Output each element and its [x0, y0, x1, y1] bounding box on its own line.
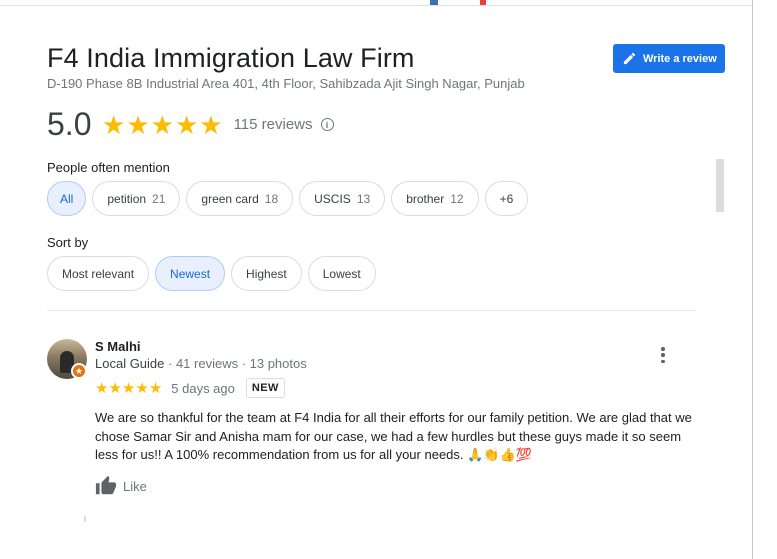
business-title: F4 India Immigration Law Firm	[47, 43, 415, 73]
info-icon[interactable]: i	[320, 118, 334, 131]
top-strip	[0, 0, 777, 8]
local-guide-badge-icon: ★	[71, 363, 87, 379]
review-text: We are so thankful for the team at F4 In…	[95, 410, 692, 462]
mention-chip-label: All	[60, 191, 74, 206]
write-review-label: Write a review	[643, 52, 717, 65]
reviewer-badge: Local Guide	[95, 356, 165, 371]
star-icon: ★	[199, 109, 223, 140]
star-icon: ★	[108, 379, 122, 397]
frame-border-right	[752, 0, 753, 559]
mention-chip-count: 13	[356, 191, 371, 206]
reviewer-meta: Local Guide · 41 reviews · 13 photos	[95, 356, 307, 371]
mention-chip[interactable]: brother 12	[391, 181, 479, 216]
star-icon: ★	[95, 379, 109, 397]
star-icon: ★	[126, 109, 150, 140]
reviewer-name[interactable]: S Malhi	[95, 339, 141, 354]
review-date: 5 days ago	[171, 380, 235, 396]
star-icon: ★	[121, 379, 136, 397]
star-icon: ★	[150, 109, 174, 140]
mention-chip[interactable]: +6	[484, 181, 529, 216]
review-count[interactable]: 115 reviews	[234, 116, 313, 133]
mention-chip-label: +6	[499, 191, 514, 206]
pencil-icon	[623, 52, 636, 65]
sort-option[interactable]: Most relevant	[47, 256, 150, 291]
like-label: Like	[123, 478, 147, 494]
frame-border-top	[0, 5, 752, 6]
sort-option-label: Newest	[170, 266, 211, 281]
sort-option-label: Lowest	[322, 266, 361, 281]
reviewer-stats: · 41 reviews · 13 photos	[164, 356, 307, 371]
mentions-label: People often mention	[47, 160, 170, 175]
review-rating-row: ★ ★ ★ ★ ★ 5 days ago NEW	[95, 378, 285, 398]
more-options-icon[interactable]	[658, 345, 668, 365]
sort-label: Sort by	[47, 235, 89, 250]
mention-chip[interactable]: USCIS 13	[299, 181, 386, 216]
mention-chip-count: 21	[152, 191, 166, 206]
mention-chip-label: USCIS	[314, 191, 351, 206]
review-stars: ★ ★ ★ ★ ★	[95, 381, 162, 396]
mention-chip-count: 18	[264, 191, 279, 206]
write-review-button[interactable]: Write a review	[613, 44, 725, 73]
mention-chips: All petition 21 green card 18 USCIS 13 brother 1…	[47, 181, 529, 216]
mention-chip[interactable]: All	[47, 181, 87, 216]
next-review-hint	[84, 516, 86, 522]
star-icon: ★	[135, 379, 149, 397]
sort-option[interactable]: Lowest	[307, 256, 376, 291]
star-icon: ★	[102, 109, 126, 140]
star-icon: ★	[148, 379, 163, 397]
sort-chips: Most relevant Newest Highest Lowest	[47, 256, 376, 291]
star-icon: ★	[174, 109, 199, 140]
mention-chip-count: 12	[450, 191, 464, 206]
sort-option[interactable]: Newest	[155, 256, 226, 291]
mention-chip-label: brother	[406, 191, 445, 206]
rating-value: 5.0	[47, 106, 92, 142]
new-badge: NEW	[245, 378, 285, 398]
sort-option[interactable]: Highest	[231, 256, 302, 291]
thumbs-up-icon	[95, 475, 117, 495]
mention-chip[interactable]: green card 18	[186, 181, 294, 216]
business-address: D-190 Phase 8B Industrial Area 401, 4th …	[47, 76, 525, 91]
rating-stars: ★ ★ ★ ★ ★	[102, 112, 223, 138]
mention-chip[interactable]: petition 21	[92, 181, 181, 216]
sort-option-label: Most relevant	[62, 266, 135, 281]
rating-summary: 5.0 ★ ★ ★ ★ ★ 115 reviews i	[47, 106, 334, 143]
scrollbar-thumb[interactable]	[716, 159, 724, 212]
like-button[interactable]: Like	[95, 475, 147, 497]
sort-option-label: Highest	[246, 266, 287, 281]
mention-chip-label: petition	[107, 191, 147, 206]
mention-chip-label: green card	[201, 191, 259, 206]
section-divider	[47, 310, 696, 311]
